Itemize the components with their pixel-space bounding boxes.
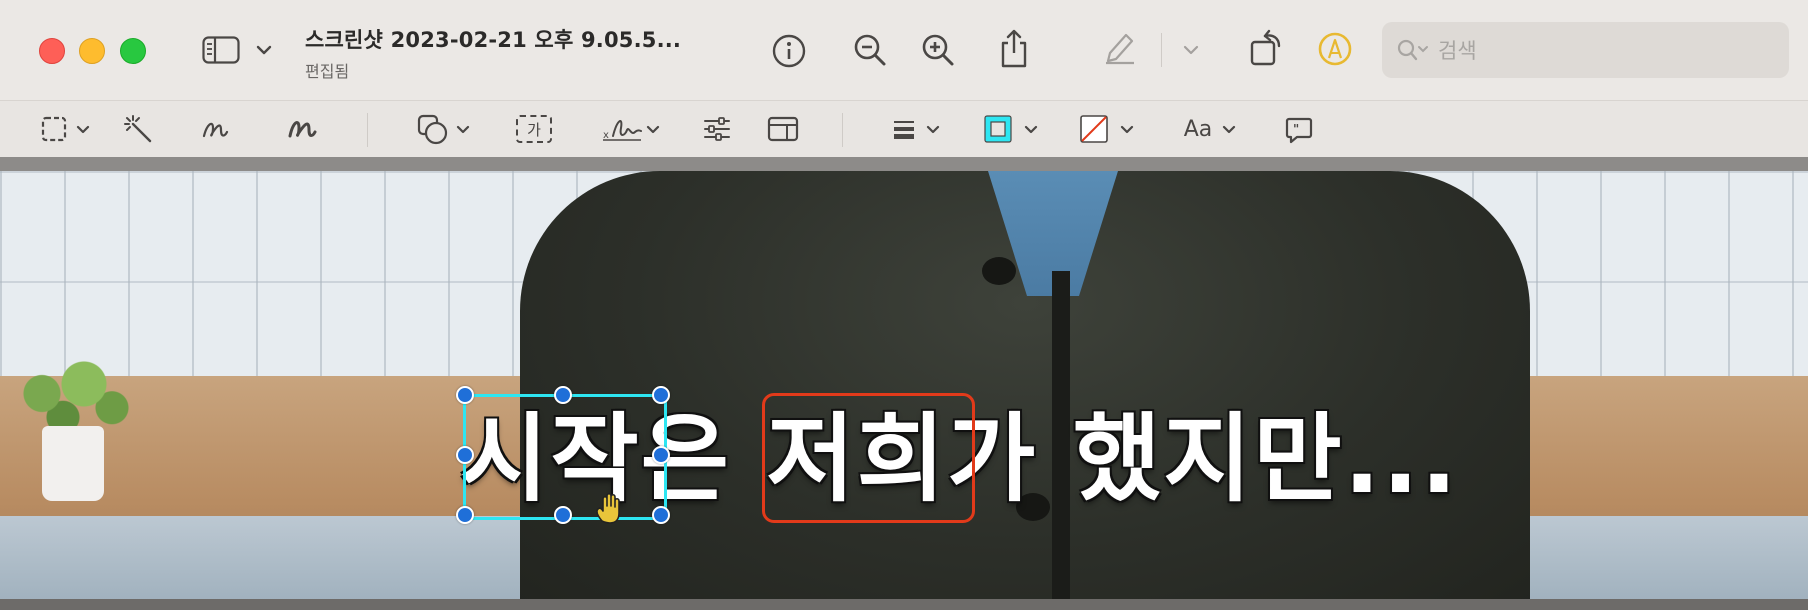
draw-icon[interactable] [286,115,318,143]
title-bar: 스크린샷 2023-02-21 오후 9.05.5... 편집됨 검색 [0,0,1808,100]
zoom-out-icon[interactable] [850,30,890,70]
adjust-color-icon[interactable] [702,115,732,143]
zoom-button[interactable] [120,38,146,64]
plant-pot [42,426,104,501]
search-field[interactable]: 검색 [1382,22,1789,78]
window-bottom-edge [0,599,1808,610]
highlight-pen-icon[interactable] [1100,30,1140,66]
search-placeholder: 검색 [1438,39,1477,63]
document-title: 스크린샷 2023-02-21 오후 9.05.5... [305,28,682,52]
text-style-label: Aa [1183,116,1213,142]
signature-icon[interactable]: x [600,113,646,145]
sidebar-icon[interactable] [200,34,242,66]
chevron-down-icon[interactable] [1118,123,1136,135]
instant-alpha-icon[interactable] [122,113,154,145]
search-icon [1396,37,1432,63]
chevron-down-icon[interactable] [74,123,92,135]
toolbar-divider [1161,33,1162,67]
share-icon[interactable] [996,26,1032,70]
document-status: 편집됨 [305,62,350,81]
markup-icon[interactable] [1316,30,1354,68]
minimize-button[interactable] [79,38,105,64]
sketch-icon[interactable] [200,115,230,143]
fill-color-icon[interactable] [1080,115,1108,143]
document-title-block[interactable]: 스크린샷 2023-02-21 오후 9.05.5... 편집됨 [305,24,681,82]
text-style-icon[interactable]: Aa [1180,115,1216,143]
rectangle-annotation[interactable] [762,393,975,523]
jacket-button [982,257,1016,285]
resize-handle[interactable] [652,386,670,404]
info-icon[interactable] [770,32,808,70]
chevron-down-icon[interactable] [1220,123,1238,135]
chevron-down-icon[interactable] [1022,123,1040,135]
line-style-icon[interactable] [892,117,916,141]
border-color-icon[interactable] [984,115,1012,143]
chevron-down-icon[interactable] [924,123,942,135]
resize-handle[interactable] [456,386,474,404]
chevron-down-icon[interactable] [1181,42,1201,58]
page-layout-icon[interactable] [766,115,800,143]
chevron-down-icon[interactable] [254,40,274,60]
text-tool-label: 가 [527,120,541,139]
zoom-in-icon[interactable] [918,30,958,70]
resize-handle[interactable] [456,446,474,464]
selection-tool-icon[interactable] [40,115,68,143]
close-button[interactable] [39,38,65,64]
toolbar-divider [842,113,843,147]
resize-handle[interactable] [652,446,670,464]
resize-handle[interactable] [554,386,572,404]
svg-text:x: x [603,130,609,141]
resize-handle[interactable] [652,506,670,524]
resize-handle[interactable] [456,506,474,524]
selection-box[interactable] [463,394,667,520]
toolbar-divider [367,113,368,147]
chevron-down-icon[interactable] [644,123,662,135]
image-canvas[interactable]: 시작은 저희가 했지만... [0,171,1808,599]
preview-window: 스크린샷 2023-02-21 오후 9.05.5... 편집됨 검색 가 x … [0,0,1808,610]
resize-handle[interactable] [554,506,572,524]
text-tool-icon[interactable]: 가 [516,115,552,143]
svg-text:": " [1293,122,1299,136]
hand-cursor-icon [594,491,626,525]
rotate-icon[interactable] [1246,26,1286,70]
annotate-icon[interactable]: " [1284,115,1314,145]
toolbar-shadow [0,157,1808,171]
markup-toolbar: 가 x Aa " [0,100,1808,161]
chevron-down-icon[interactable] [454,123,472,135]
shapes-icon[interactable] [416,113,450,147]
